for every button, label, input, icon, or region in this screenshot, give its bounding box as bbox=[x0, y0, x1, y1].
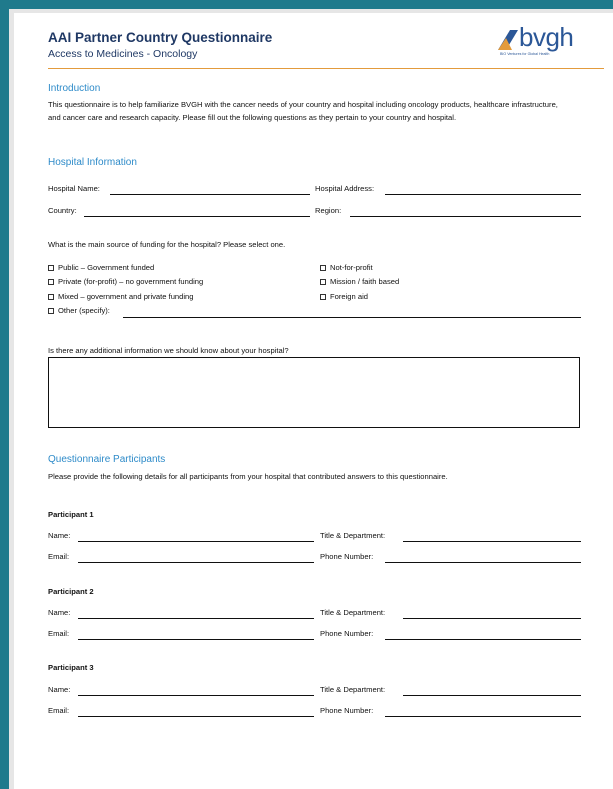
participants-intro: Please provide the following details for… bbox=[48, 472, 448, 481]
participant-3-name-label: Name: bbox=[48, 685, 71, 694]
participant-1-email-label: Email: bbox=[48, 552, 70, 561]
hospital-address-field[interactable] bbox=[385, 194, 581, 195]
participant-3-title-label: Title & Department: bbox=[320, 685, 386, 694]
country-field[interactable] bbox=[84, 216, 310, 217]
logo-tagline: BIO Ventures for Global Health bbox=[500, 52, 550, 56]
participant-2-phone-field[interactable] bbox=[385, 639, 581, 640]
additional-info-textarea[interactable] bbox=[48, 357, 580, 428]
participant-2-name-label: Name: bbox=[48, 608, 71, 617]
checkbox[interactable] bbox=[48, 294, 54, 300]
document-page: AAI Partner Country Questionnaire Access… bbox=[14, 13, 604, 789]
additional-info-question: Is there any additional information we s… bbox=[48, 346, 289, 355]
document-subtitle: Access to Medicines - Oncology bbox=[48, 48, 198, 60]
funding-option-other[interactable]: Other (specify): bbox=[48, 306, 110, 315]
participant-3-phone-label: Phone Number: bbox=[320, 706, 374, 715]
participant-3-title-field[interactable] bbox=[403, 695, 581, 696]
left-accent-bar bbox=[0, 0, 9, 789]
top-accent-bar bbox=[0, 0, 613, 9]
participant-3-heading: Participant 3 bbox=[48, 663, 94, 672]
participant-3-email-field[interactable] bbox=[78, 716, 314, 717]
introduction-heading: Introduction bbox=[48, 83, 101, 94]
other-specify-field[interactable] bbox=[123, 317, 581, 318]
participant-1-title-label: Title & Department: bbox=[320, 531, 386, 540]
participant-3-phone-field[interactable] bbox=[385, 716, 581, 717]
participant-2-title-field[interactable] bbox=[403, 618, 581, 619]
checkbox[interactable] bbox=[320, 294, 326, 300]
hospital-info-heading: Hospital Information bbox=[48, 157, 137, 168]
participant-1-phone-label: Phone Number: bbox=[320, 552, 374, 561]
participant-1-heading: Participant 1 bbox=[48, 510, 94, 519]
participant-2-email-field[interactable] bbox=[78, 639, 314, 640]
participant-2-phone-label: Phone Number: bbox=[320, 629, 374, 638]
checkbox[interactable] bbox=[320, 279, 326, 285]
participant-2-email-label: Email: bbox=[48, 629, 70, 638]
participant-3-email-label: Email: bbox=[48, 706, 70, 715]
funding-question: What is the main source of funding for t… bbox=[48, 240, 286, 249]
participant-1-email-field[interactable] bbox=[78, 562, 314, 563]
funding-option-mission[interactable]: Mission / faith based bbox=[320, 277, 399, 286]
funding-option-mixed[interactable]: Mixed – government and private funding bbox=[48, 292, 194, 301]
hospital-address-label: Hospital Address: bbox=[315, 184, 375, 193]
header-divider bbox=[48, 68, 604, 69]
participant-2-heading: Participant 2 bbox=[48, 587, 94, 596]
funding-option-public[interactable]: Public – Government funded bbox=[48, 263, 154, 272]
logo-mark-icon bbox=[498, 30, 518, 50]
participant-3-name-field[interactable] bbox=[78, 695, 314, 696]
bvgh-logo: bvgh BIO Ventures for Global Health bbox=[498, 22, 588, 58]
funding-option-foreign-aid[interactable]: Foreign aid bbox=[320, 292, 368, 301]
funding-option-not-for-profit[interactable]: Not-for-profit bbox=[320, 263, 373, 272]
participant-1-phone-field[interactable] bbox=[385, 562, 581, 563]
document-title: AAI Partner Country Questionnaire bbox=[48, 30, 273, 45]
logo-text: bvgh bbox=[519, 22, 574, 52]
checkbox[interactable] bbox=[320, 265, 326, 271]
region-field[interactable] bbox=[350, 216, 581, 217]
participants-heading: Questionnaire Participants bbox=[48, 454, 166, 465]
checkbox[interactable] bbox=[48, 265, 54, 271]
hospital-name-field[interactable] bbox=[110, 194, 310, 195]
participant-1-name-field[interactable] bbox=[78, 541, 314, 542]
country-label: Country: bbox=[48, 206, 77, 215]
hospital-name-label: Hospital Name: bbox=[48, 184, 100, 193]
funding-option-private[interactable]: Private (for-profit) – no government fun… bbox=[48, 277, 203, 286]
introduction-text: This questionnaire is to help familiariz… bbox=[48, 100, 558, 122]
checkbox[interactable] bbox=[48, 279, 54, 285]
participant-2-title-label: Title & Department: bbox=[320, 608, 386, 617]
region-label: Region: bbox=[315, 206, 342, 215]
participant-1-title-field[interactable] bbox=[403, 541, 581, 542]
checkbox[interactable] bbox=[48, 308, 54, 314]
participant-1-name-label: Name: bbox=[48, 531, 71, 540]
participant-2-name-field[interactable] bbox=[78, 618, 314, 619]
